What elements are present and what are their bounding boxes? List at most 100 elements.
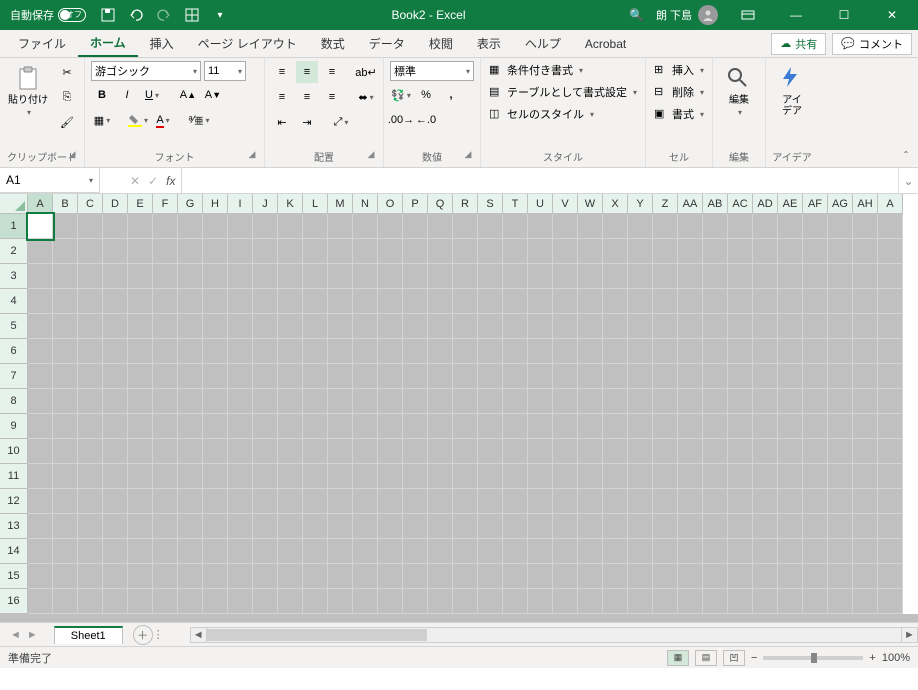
cell[interactable] [578, 364, 603, 389]
cell[interactable] [28, 314, 53, 339]
expand-formula-bar-icon[interactable]: ⌄ [898, 168, 918, 193]
cell[interactable] [328, 214, 353, 239]
cell[interactable] [578, 514, 603, 539]
cell[interactable] [378, 414, 403, 439]
cell[interactable] [103, 589, 128, 614]
column-header[interactable]: B [53, 194, 78, 214]
dialog-launcher-icon[interactable]: ◢ [365, 149, 377, 161]
sheet-tab[interactable]: Sheet1 [54, 626, 123, 644]
cell[interactable] [528, 264, 553, 289]
cell[interactable] [578, 289, 603, 314]
cell[interactable] [378, 564, 403, 589]
cell[interactable] [303, 589, 328, 614]
cell[interactable] [628, 564, 653, 589]
cell[interactable] [753, 439, 778, 464]
cell[interactable] [453, 264, 478, 289]
cell[interactable] [253, 314, 278, 339]
cell[interactable] [303, 214, 328, 239]
cell[interactable] [453, 389, 478, 414]
cell[interactable] [178, 289, 203, 314]
cell[interactable] [528, 364, 553, 389]
cell[interactable] [203, 339, 228, 364]
cell[interactable] [128, 464, 153, 489]
tab-view[interactable]: 表示 [465, 30, 513, 57]
cell[interactable] [78, 389, 103, 414]
cell[interactable] [528, 314, 553, 339]
cell[interactable] [828, 314, 853, 339]
cell[interactable] [603, 214, 628, 239]
cell[interactable] [353, 564, 378, 589]
cell[interactable] [653, 389, 678, 414]
row-header[interactable]: 12 [0, 489, 28, 514]
cell[interactable] [528, 214, 553, 239]
cell[interactable] [28, 539, 53, 564]
column-header[interactable]: E [128, 194, 153, 214]
cell[interactable] [28, 339, 53, 364]
cell[interactable] [203, 289, 228, 314]
cell[interactable] [878, 414, 903, 439]
cell[interactable] [378, 339, 403, 364]
cell[interactable] [403, 564, 428, 589]
cell[interactable] [828, 514, 853, 539]
user-account[interactable]: 朗 下島 [656, 5, 718, 25]
cell[interactable] [128, 564, 153, 589]
cell[interactable] [753, 289, 778, 314]
sheet-prev-icon[interactable]: ◄ [10, 629, 21, 641]
cell[interactable] [228, 364, 253, 389]
cell[interactable] [528, 464, 553, 489]
row-header[interactable]: 14 [0, 539, 28, 564]
dialog-launcher-icon[interactable]: ◢ [246, 149, 258, 161]
cell[interactable] [803, 539, 828, 564]
cell[interactable] [253, 589, 278, 614]
cell[interactable] [453, 414, 478, 439]
cell[interactable] [503, 589, 528, 614]
cell[interactable] [753, 564, 778, 589]
cell[interactable] [253, 514, 278, 539]
cell[interactable] [453, 589, 478, 614]
cell[interactable] [628, 239, 653, 264]
cell[interactable] [178, 489, 203, 514]
cell[interactable] [378, 464, 403, 489]
align-center-icon[interactable]: ≡ [296, 86, 318, 108]
cell[interactable] [703, 564, 728, 589]
conditional-formatting-button[interactable]: ▦条件付き書式▾ [487, 61, 585, 79]
cell[interactable] [628, 514, 653, 539]
align-middle-icon[interactable]: ≡ [296, 61, 318, 83]
cell[interactable] [728, 564, 753, 589]
cell[interactable] [303, 539, 328, 564]
cell[interactable] [478, 589, 503, 614]
cell[interactable] [428, 289, 453, 314]
cell[interactable] [728, 214, 753, 239]
cell[interactable] [578, 414, 603, 439]
cell[interactable] [403, 289, 428, 314]
align-top-icon[interactable]: ≡ [271, 61, 293, 83]
cell[interactable] [453, 239, 478, 264]
cell[interactable] [328, 439, 353, 464]
cell[interactable] [553, 389, 578, 414]
cell[interactable] [328, 239, 353, 264]
cell[interactable] [653, 214, 678, 239]
cell[interactable] [78, 314, 103, 339]
cell[interactable] [253, 364, 278, 389]
cell[interactable] [53, 364, 78, 389]
cell[interactable] [753, 264, 778, 289]
cell[interactable] [203, 539, 228, 564]
cell[interactable] [753, 589, 778, 614]
cell[interactable] [828, 239, 853, 264]
cell[interactable] [853, 214, 878, 239]
cell[interactable] [353, 414, 378, 439]
cell[interactable] [803, 389, 828, 414]
cell[interactable] [503, 514, 528, 539]
row-header[interactable]: 16 [0, 589, 28, 614]
column-header[interactable]: AF [803, 194, 828, 214]
row-header[interactable]: 9 [0, 414, 28, 439]
cell[interactable] [803, 339, 828, 364]
cell[interactable] [428, 439, 453, 464]
cell[interactable] [703, 289, 728, 314]
cell[interactable] [653, 539, 678, 564]
cell[interactable] [78, 439, 103, 464]
cell[interactable] [128, 289, 153, 314]
cell[interactable] [153, 264, 178, 289]
cell[interactable] [103, 414, 128, 439]
cell[interactable] [78, 364, 103, 389]
